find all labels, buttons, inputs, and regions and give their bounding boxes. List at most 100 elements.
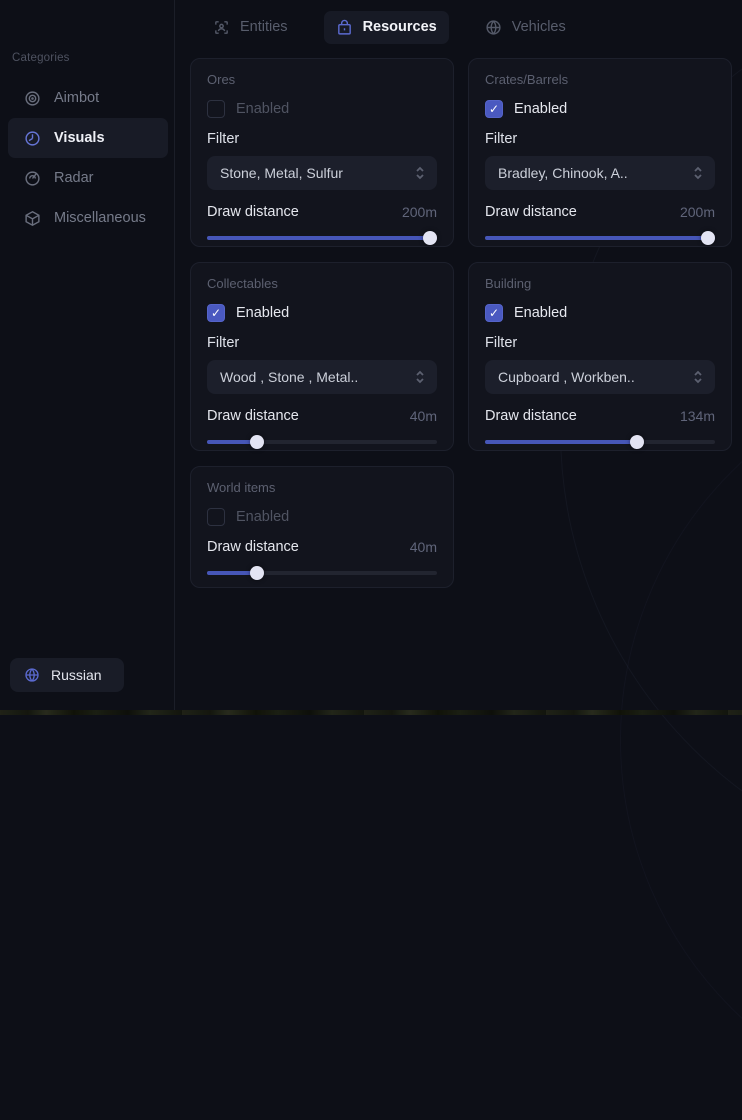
draw-distance-label: Draw distance: [485, 204, 577, 220]
enabled-row: ✓ Enabled: [207, 100, 437, 118]
tab-label: Entities: [240, 19, 288, 35]
draw-distance-row: Draw distance 200m: [207, 204, 437, 220]
language-button[interactable]: Russian: [10, 658, 124, 692]
draw-distance-label: Draw distance: [207, 204, 299, 220]
slider-fill: [485, 236, 715, 240]
sidebar-item-label: Radar: [54, 170, 94, 186]
slider-thumb[interactable]: [630, 435, 644, 449]
enabled-row: ✓ Enabled: [207, 304, 437, 322]
card-building: Building ✓ Enabled Filter Cupboard , Wor…: [468, 262, 732, 451]
draw-distance-label: Draw distance: [207, 408, 299, 424]
draw-distance-slider[interactable]: [207, 566, 437, 580]
card-crates-barrels: Crates/Barrels ✓ Enabled Filter Bradley,…: [468, 58, 732, 247]
draw-distance-slider[interactable]: [207, 231, 437, 245]
draw-distance-value: 200m: [402, 204, 437, 220]
draw-distance-label: Draw distance: [207, 539, 299, 555]
filter-label: Filter: [207, 131, 437, 147]
categories-label: Categories: [12, 52, 174, 64]
sidebar-item-label: Visuals: [54, 130, 105, 146]
enabled-row: ✓ Enabled: [207, 508, 437, 526]
enabled-checkbox[interactable]: ✓: [207, 304, 225, 322]
card-world-items: World items ✓ Enabled Draw distance 40m: [190, 466, 454, 588]
sidebar-item-aimbot[interactable]: Aimbot: [8, 78, 168, 118]
filter-dropdown[interactable]: Cupboard , Workben..: [485, 360, 715, 394]
globe-icon: [24, 667, 40, 683]
slider-fill: [485, 440, 639, 444]
enabled-label: Enabled: [514, 305, 567, 321]
globe-icon: [485, 19, 502, 36]
eye-icon: [24, 130, 41, 147]
tab-resources[interactable]: Resources: [324, 11, 449, 44]
sidebar-item-radar[interactable]: Radar: [8, 158, 168, 198]
enabled-row: ✓ Enabled: [485, 100, 715, 118]
draw-distance-value: 200m: [680, 204, 715, 220]
tab-label: Vehicles: [512, 19, 566, 35]
enabled-label: Enabled: [236, 305, 289, 321]
sidebar: Categories Aimbot Visuals Radar Miscella…: [0, 0, 175, 710]
enabled-checkbox[interactable]: ✓: [207, 100, 225, 118]
draw-distance-value: 134m: [680, 408, 715, 424]
sidebar-item-label: Aimbot: [54, 90, 99, 106]
chevron-up-down-icon: [692, 166, 704, 180]
main-panel: Entities Resources Vehicles Ores ✓ Enabl…: [175, 0, 742, 715]
card-ores: Ores ✓ Enabled Filter Stone, Metal, Sulf…: [190, 58, 454, 247]
person-scan-icon: [213, 19, 230, 36]
language-button-label: Russian: [51, 667, 102, 683]
filter-dropdown[interactable]: Bradley, Chinook, A..: [485, 156, 715, 190]
draw-distance-label: Draw distance: [485, 408, 577, 424]
filter-label: Filter: [207, 335, 437, 351]
card-title: Ores: [207, 72, 437, 87]
slider-fill: [207, 571, 253, 575]
card-title: Collectables: [207, 276, 437, 291]
card-grid: Ores ✓ Enabled Filter Stone, Metal, Sulf…: [190, 58, 732, 588]
card-title: Building: [485, 276, 715, 291]
tab-entities[interactable]: Entities: [201, 11, 300, 44]
filter-dropdown-value: Cupboard , Workben..: [498, 369, 635, 385]
crosshair-icon: [24, 90, 41, 107]
cube-icon: [24, 210, 41, 227]
sidebar-item-visuals[interactable]: Visuals: [8, 118, 168, 158]
draw-distance-row: Draw distance 40m: [207, 408, 437, 424]
sidebar-item-label: Miscellaneous: [54, 210, 146, 226]
filter-dropdown[interactable]: Wood , Stone , Metal..: [207, 360, 437, 394]
tab-label: Resources: [363, 19, 437, 35]
enabled-checkbox[interactable]: ✓: [207, 508, 225, 526]
slider-thumb[interactable]: [250, 566, 264, 580]
enabled-checkbox[interactable]: ✓: [485, 100, 503, 118]
game-background-strip: [0, 710, 742, 715]
draw-distance-value: 40m: [410, 408, 437, 424]
draw-distance-row: Draw distance 200m: [485, 204, 715, 220]
tab-vehicles[interactable]: Vehicles: [473, 11, 578, 44]
radar-icon: [24, 170, 41, 187]
card-title: World items: [207, 480, 437, 495]
draw-distance-slider[interactable]: [485, 231, 715, 245]
filter-dropdown-value: Bradley, Chinook, A..: [498, 165, 628, 181]
card-title: Crates/Barrels: [485, 72, 715, 87]
enabled-label: Enabled: [236, 101, 289, 117]
filter-dropdown[interactable]: Stone, Metal, Sulfur: [207, 156, 437, 190]
enabled-label: Enabled: [236, 509, 289, 525]
slider-thumb[interactable]: [250, 435, 264, 449]
enabled-checkbox[interactable]: ✓: [485, 304, 503, 322]
chevron-up-down-icon: [692, 370, 704, 384]
slider-thumb[interactable]: [701, 231, 715, 245]
box-icon: [336, 19, 353, 36]
enabled-label: Enabled: [514, 101, 567, 117]
draw-distance-row: Draw distance 40m: [207, 539, 437, 555]
slider-fill: [207, 236, 437, 240]
card-collectables: Collectables ✓ Enabled Filter Wood , Sto…: [190, 262, 454, 451]
chevron-up-down-icon: [414, 166, 426, 180]
filter-dropdown-value: Wood , Stone , Metal..: [220, 369, 358, 385]
slider-thumb[interactable]: [423, 231, 437, 245]
filter-label: Filter: [485, 131, 715, 147]
draw-distance-value: 40m: [410, 539, 437, 555]
tab-bar: Entities Resources Vehicles: [175, 0, 742, 44]
draw-distance-slider[interactable]: [485, 435, 715, 449]
chevron-up-down-icon: [414, 370, 426, 384]
filter-dropdown-value: Stone, Metal, Sulfur: [220, 165, 343, 181]
draw-distance-row: Draw distance 134m: [485, 408, 715, 424]
filter-label: Filter: [485, 335, 715, 351]
enabled-row: ✓ Enabled: [485, 304, 715, 322]
sidebar-item-miscellaneous[interactable]: Miscellaneous: [8, 198, 168, 238]
draw-distance-slider[interactable]: [207, 435, 437, 449]
